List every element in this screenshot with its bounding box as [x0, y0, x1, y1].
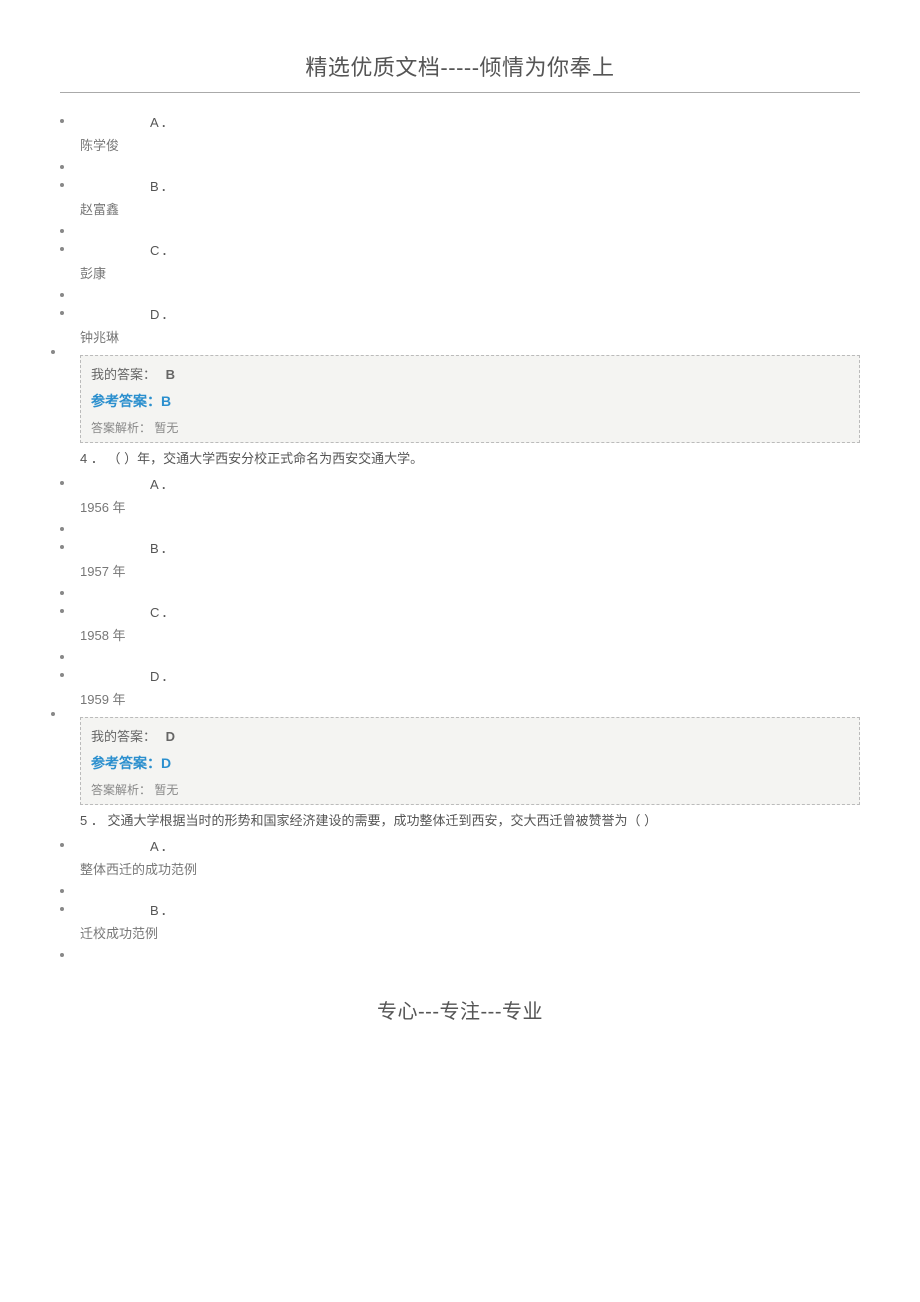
bullet-icon: [60, 119, 64, 123]
q3-option-c: C． 彭康: [80, 241, 860, 283]
q4-option-c: C． 1958 年: [80, 603, 860, 645]
bullet-icon: [60, 609, 64, 613]
option-letter: C．: [150, 241, 860, 261]
my-answer-value: D: [166, 729, 175, 744]
bullet-icon: [60, 843, 64, 847]
bullet-icon: [60, 527, 64, 531]
spacer: [80, 521, 860, 539]
option-letter: B．: [150, 901, 860, 921]
option-text: 迁校成功范例: [80, 925, 860, 943]
bullet-icon: [60, 591, 64, 595]
option-letter: A．: [150, 113, 860, 133]
my-answer-label: 我的答案：: [91, 367, 156, 382]
bullet-icon: [51, 712, 55, 716]
spacer: [80, 649, 860, 667]
option-text: 陈学俊: [80, 137, 860, 155]
my-answer: 我的答案： D: [91, 726, 849, 745]
my-answer-label: 我的答案：: [91, 729, 156, 744]
bullet-icon: [60, 889, 64, 893]
spacer: [80, 159, 860, 177]
content-area: A． 陈学俊 B． 赵富鑫 C． 彭康 D． 钟兆琳 我的答案： B 参考答案：…: [60, 113, 860, 965]
option-text: 1956 年: [80, 499, 860, 517]
q4-option-d: D． 1959 年: [80, 667, 860, 709]
bullet-icon: [60, 655, 64, 659]
reference-answer: 参考答案：B: [91, 391, 849, 411]
option-text: 彭康: [80, 265, 860, 283]
q4-option-b: B． 1957 年: [80, 539, 860, 581]
spacer: [80, 947, 860, 965]
bullet-icon: [60, 293, 64, 297]
bullet-icon: [60, 311, 64, 315]
bullet-icon: [60, 247, 64, 251]
option-text: 整体西迁的成功范例: [80, 861, 860, 879]
bullet-icon: [60, 165, 64, 169]
my-answer: 我的答案： B: [91, 364, 849, 383]
explain-label: 答案解析：: [91, 783, 151, 797]
bullet-icon: [60, 481, 64, 485]
option-text: 1958 年: [80, 627, 860, 645]
bullet-icon: [51, 350, 55, 354]
option-letter: A．: [150, 475, 860, 495]
page-header: 精选优质文档-----倾情为你奉上: [60, 50, 860, 93]
explain-value: 暂无: [154, 783, 178, 797]
option-text: 钟兆琳: [80, 329, 860, 347]
option-text: 1957 年: [80, 563, 860, 581]
spacer: [80, 585, 860, 603]
explain-value: 暂无: [154, 421, 178, 435]
bullet-icon: [60, 229, 64, 233]
q5-stem: 5 ． 交通大学根据当时的形势和国家经济建设的需要，成功整体迁到西安，交大西迁曾…: [80, 811, 860, 831]
q5-option-b: B． 迁校成功范例: [80, 901, 860, 943]
bullet-icon: [60, 673, 64, 677]
option-letter: C．: [150, 603, 860, 623]
option-letter: B．: [150, 177, 860, 197]
option-letter: D．: [150, 667, 860, 687]
option-text: 1959 年: [80, 691, 860, 709]
q3-option-b: B． 赵富鑫: [80, 177, 860, 219]
q4-option-a: A． 1956 年: [80, 475, 860, 517]
spacer: [80, 223, 860, 241]
q3-option-d: D． 钟兆琳: [80, 305, 860, 347]
bullet-icon: [60, 907, 64, 911]
explain-label: 答案解析：: [91, 421, 151, 435]
spacer: [80, 287, 860, 305]
reference-answer: 参考答案：D: [91, 753, 849, 773]
bullet-icon: [60, 545, 64, 549]
option-letter: B．: [150, 539, 860, 559]
option-text: 赵富鑫: [80, 201, 860, 219]
option-letter: D．: [150, 305, 860, 325]
bullet-icon: [60, 183, 64, 187]
q4-stem: 4 ． （ ）年，交通大学西安分校正式命名为西安交通大学。: [80, 449, 860, 469]
answer-explain: 答案解析： 暂无: [91, 781, 849, 798]
spacer: [80, 883, 860, 901]
q3-answer-box: 我的答案： B 参考答案：B 答案解析： 暂无: [80, 355, 860, 443]
q4-answer-box: 我的答案： D 参考答案：D 答案解析： 暂无: [80, 717, 860, 805]
option-letter: A．: [150, 837, 860, 857]
q3-option-a: A． 陈学俊: [80, 113, 860, 155]
page-footer: 专心---专注---专业: [60, 995, 860, 1024]
my-answer-value: B: [166, 367, 175, 382]
bullet-icon: [60, 953, 64, 957]
q5-option-a: A． 整体西迁的成功范例: [80, 837, 860, 879]
answer-explain: 答案解析： 暂无: [91, 419, 849, 436]
